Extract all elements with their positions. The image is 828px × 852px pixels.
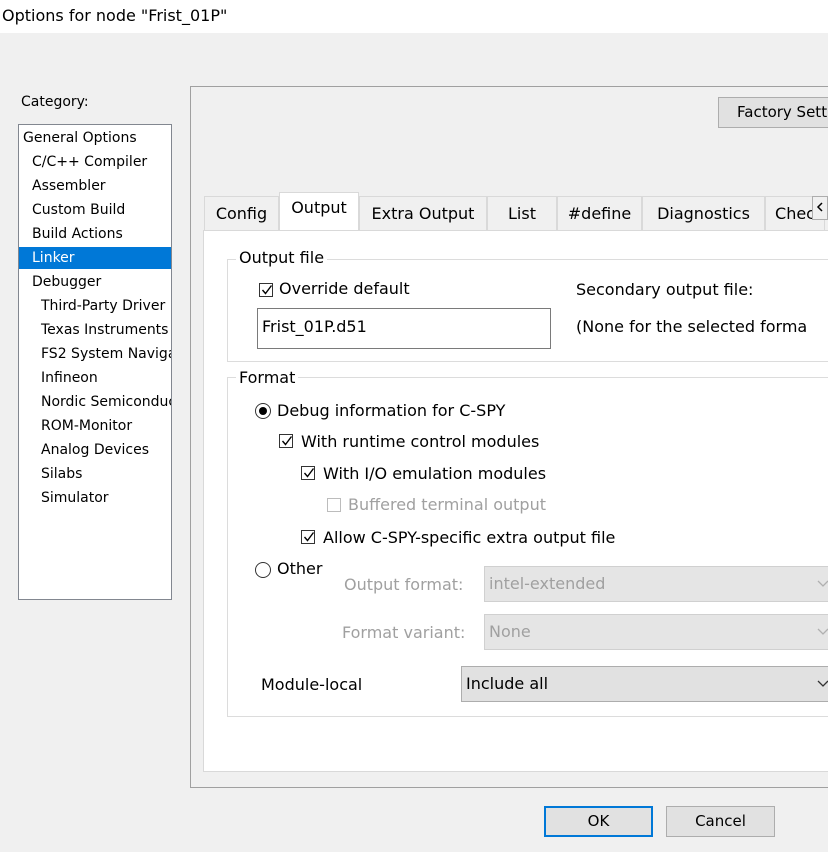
- chevron-down-icon: [817, 580, 828, 587]
- chevron-down-icon: [817, 628, 828, 635]
- category-item[interactable]: Infineon: [19, 367, 171, 389]
- category-item[interactable]: Nordic Semiconduc: [19, 391, 171, 413]
- category-item[interactable]: Linker: [19, 247, 171, 269]
- output-file-legend: Output file: [236, 248, 328, 267]
- category-tree[interactable]: General Options C/C++ Compiler Assembler Cu…: [18, 124, 172, 600]
- other-format-label: Other: [277, 559, 323, 578]
- allow-extra-output-label: Allow C-SPY-specific extra output file: [323, 528, 616, 547]
- io-emulation-checkbox[interactable]: [301, 466, 315, 480]
- runtime-control-checkbox[interactable]: [279, 434, 293, 448]
- factory-settings-button[interactable]: Factory Setti: [718, 97, 828, 128]
- allow-extra-output-checkbox[interactable]: [301, 530, 315, 544]
- output-filename-input[interactable]: Frist_01P.d51: [257, 308, 551, 349]
- category-item[interactable]: Third-Party Driver: [19, 295, 171, 317]
- category-item[interactable]: ROM-Monitor: [19, 415, 171, 437]
- tab-config[interactable]: Config: [204, 196, 279, 230]
- category-item[interactable]: Simulator: [19, 487, 171, 509]
- chevron-down-icon: [817, 680, 828, 687]
- tab-diagnostics[interactable]: Diagnostics: [642, 196, 765, 230]
- category-item[interactable]: Debugger: [19, 271, 171, 293]
- title-bar: Options for node "Frist_01P": [0, 0, 828, 33]
- output-tab-page: Output file Override default Secondary o…: [203, 230, 828, 772]
- debug-info-radio[interactable]: [255, 403, 271, 419]
- checkmark-icon: [261, 285, 273, 295]
- format-legend: Format: [236, 368, 299, 387]
- output-format-label: Output format:: [344, 575, 464, 594]
- debug-info-label: Debug information for C-SPY: [277, 401, 506, 420]
- tab-output[interactable]: Output: [279, 192, 359, 230]
- buffered-terminal-checkbox[interactable]: [327, 498, 341, 512]
- chevron-left-icon: [816, 202, 823, 212]
- category-item[interactable]: Build Actions: [19, 223, 171, 245]
- buffered-terminal-label: Buffered terminal output: [348, 495, 546, 514]
- checkmark-icon: [303, 468, 315, 478]
- tab-strip: Config Output Extra Output List #define Diagn…: [204, 192, 828, 230]
- module-local-value: Include all: [466, 674, 549, 693]
- radio-dot-icon: [259, 407, 267, 415]
- window-title: Options for node "Frist_01P": [2, 6, 228, 25]
- category-item[interactable]: Analog Devices: [19, 439, 171, 461]
- tab-define[interactable]: #define: [557, 196, 642, 230]
- output-format-value: intel-extended: [489, 574, 606, 593]
- category-item[interactable]: FS2 System Naviga: [19, 343, 171, 365]
- category-item[interactable]: Silabs: [19, 463, 171, 485]
- runtime-control-label: With runtime control modules: [301, 432, 540, 451]
- io-emulation-label: With I/O emulation modules: [323, 464, 547, 483]
- category-item[interactable]: Texas Instruments: [19, 319, 171, 341]
- output-format-select[interactable]: intel-extended: [484, 566, 828, 602]
- tab-list[interactable]: List: [487, 196, 557, 230]
- format-variant-value: None: [489, 622, 531, 641]
- category-item[interactable]: Custom Build: [19, 199, 171, 221]
- secondary-output-label: Secondary output file:: [576, 280, 754, 299]
- module-local-label: Module-local: [261, 675, 363, 694]
- category-label: Category:: [21, 94, 89, 110]
- override-default-label: Override default: [279, 279, 410, 298]
- category-item[interactable]: Assembler: [19, 175, 171, 197]
- category-item[interactable]: General Options: [19, 127, 171, 149]
- format-variant-select[interactable]: None: [484, 614, 828, 650]
- checkmark-icon: [303, 532, 315, 542]
- other-format-radio[interactable]: [255, 562, 271, 578]
- category-item[interactable]: C/C++ Compiler: [19, 151, 171, 173]
- format-variant-label: Format variant:: [342, 623, 466, 642]
- tab-scroll-left-button[interactable]: [812, 196, 828, 220]
- module-local-select[interactable]: Include all: [461, 666, 828, 702]
- ok-button[interactable]: OK: [544, 806, 653, 837]
- tab-extra-output[interactable]: Extra Output: [359, 196, 487, 230]
- secondary-output-value: (None for the selected forma: [576, 317, 808, 336]
- checkmark-icon: [281, 436, 293, 446]
- cancel-button[interactable]: Cancel: [666, 806, 775, 837]
- override-default-checkbox[interactable]: [259, 283, 273, 297]
